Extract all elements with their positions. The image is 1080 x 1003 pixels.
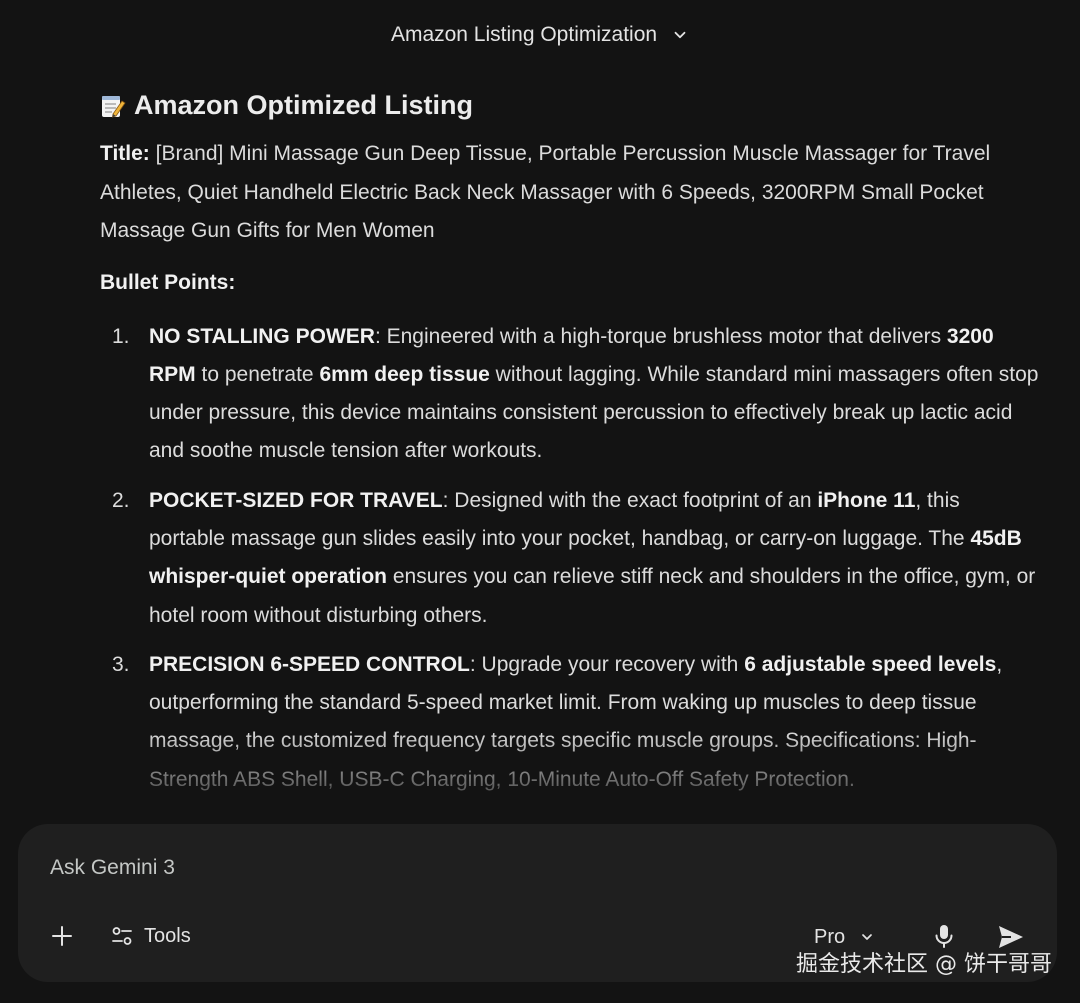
title-text: [Brand] Mini Massage Gun Deep Tissue, Po… [100,142,991,242]
bullet-item: 2. POCKET-SIZED FOR TRAVEL: Designed with… [100,482,1040,635]
tools-label: Tools [144,924,191,947]
response-content: Amazon Optimized Listing Title: [Brand] … [100,90,1040,830]
prompt-input[interactable] [50,852,950,884]
bullet-bold-text: PRECISION 6-SPEED CONTROL [149,652,470,676]
header-bar: Amazon Listing Optimization [0,0,1080,70]
listing-heading: Amazon Optimized Listing [100,90,1040,121]
bullet-text: : Engineered with a high-torque brushles… [374,324,947,348]
bullet-number: 3. [112,652,130,676]
chat-title-dropdown[interactable]: Amazon Listing Optimization [391,23,689,47]
bullet-list: 1. NO STALLING POWER: Engineered with a h… [100,318,1040,800]
chevron-down-icon [862,934,872,940]
bullet-number: 1. [112,324,130,348]
bullet-points-label: Bullet Points: [100,270,236,294]
bullet-text: : Upgrade your recovery with [469,652,745,676]
bullet-item: 3. PRECISION 6-SPEED CONTROL: Upgrade you… [100,646,1040,799]
bullet-text: to penetrate [195,362,320,386]
bullet-text: : Designed with the exact footprint of a… [442,488,818,512]
listing-heading-text: Amazon Optimized Listing [134,90,474,120]
tools-button[interactable]: Tools [110,920,191,952]
plus-icon [52,926,72,946]
bullet-number: 2. [112,488,130,512]
add-button[interactable] [46,920,78,952]
bullet-item: 1. NO STALLING POWER: Engineered with a h… [100,318,1040,471]
listing-title-paragraph: Title: [Brand] Mini Massage Gun Deep Tis… [100,135,1040,251]
title-label: Title: [100,142,150,165]
bullet-bold-text: POCKET-SIZED FOR TRAVEL [149,488,443,512]
chevron-down-icon [674,31,686,39]
chat-title: Amazon Listing Optimization [390,23,658,46]
bullet-bold-text: NO STALLING POWER [149,324,375,348]
memo-icon [102,95,126,118]
bullet-bold-text: iPhone 11 [817,488,916,512]
bullet-bold-text: 6 adjustable speed levels [744,652,997,676]
gemini-chat-page: Amazon Listing Optimization Amazon Optim… [0,0,1080,1003]
bullet-bold-text: 6mm deep tissue [319,362,490,386]
tools-sliders-icon [112,927,132,945]
watermark: 掘金技术社区 @ 饼干哥哥 [796,952,1052,977]
